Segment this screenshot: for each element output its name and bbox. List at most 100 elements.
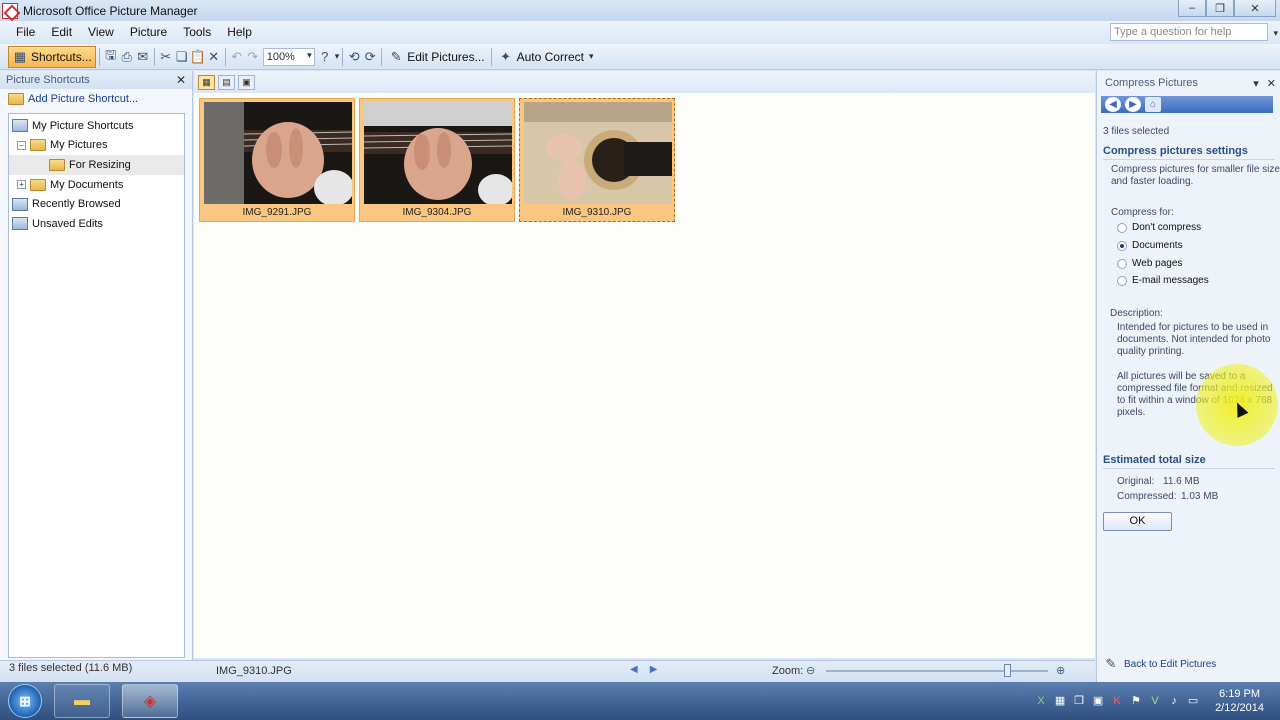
excel-tray-icon[interactable]: X	[1034, 694, 1048, 708]
radio-button[interactable]	[1117, 222, 1127, 233]
single-picture-view-icon[interactable]: ▣	[238, 74, 255, 90]
window-tray-icon[interactable]: ❐	[1072, 694, 1086, 708]
toolbar-options-icon[interactable]: ▾	[589, 51, 594, 62]
zoom-slider-handle[interactable]	[1004, 664, 1011, 677]
toolbar-divider	[342, 47, 344, 66]
picture-navigation: ◀ ▶	[630, 664, 657, 675]
ok-button[interactable]: OK	[1103, 512, 1172, 531]
back-to-edit-pictures-link[interactable]: ✎ Back to Edit Pictures	[1103, 656, 1217, 672]
copy-icon[interactable]: ❏	[174, 49, 190, 65]
task-pane-menu-icon[interactable]: ▾	[1253, 77, 1259, 90]
shortcuts-root-icon	[12, 119, 28, 133]
radio-button-selected[interactable]	[1117, 240, 1127, 251]
print-icon[interactable]: ⎙	[119, 49, 135, 65]
tree-item-recently-browsed[interactable]: Recently Browsed	[9, 194, 184, 214]
help-dropdown-icon[interactable]: ▾	[1273, 28, 1278, 39]
toolbar-options-icon[interactable]: ▾	[335, 51, 340, 62]
next-picture-icon[interactable]: ▶	[650, 664, 658, 675]
option-documents[interactable]: Documents	[1117, 240, 1183, 251]
picture-manager-taskbar-button[interactable]: ◈	[122, 684, 178, 718]
task-pane-header: Compress Pictures ▾ ✕	[1097, 71, 1280, 95]
send-icon[interactable]: ✉	[135, 49, 151, 65]
tree-item-my-pictures[interactable]: − My Pictures	[9, 136, 184, 156]
thumbnail-item[interactable]: IMG_9304.JPG	[359, 98, 515, 222]
collapse-icon[interactable]: −	[17, 140, 26, 150]
zoom-out-icon[interactable]: ⊖	[806, 664, 820, 678]
task-pane-close-icon[interactable]: ✕	[1267, 77, 1276, 90]
save-icon[interactable]: 🖫	[103, 47, 119, 65]
zoom-select[interactable]: 100% ▾	[262, 47, 315, 66]
menu-picture[interactable]: Picture	[122, 23, 175, 41]
auto-correct-button[interactable]: ✦ Auto Correct	[495, 47, 587, 67]
folder-icon: ▬	[74, 692, 90, 709]
option-email-messages[interactable]: E-mail messages	[1117, 275, 1209, 286]
thumbnail-item[interactable]: IMG_9310.JPG	[519, 98, 675, 222]
filmstrip-view-icon[interactable]: ▤	[218, 74, 235, 90]
view-mode-bar: ▦ ▤ ▣	[194, 71, 1095, 93]
close-window-button[interactable]: ✕	[1234, 0, 1276, 17]
picture-manager-app-icon	[2, 2, 18, 19]
volume-tray-icon[interactable]: ♪	[1167, 694, 1181, 708]
flag-tray-icon[interactable]: ⚑	[1129, 694, 1143, 708]
network-tray-icon[interactable]: ▦	[1053, 694, 1067, 708]
add-picture-shortcut-link[interactable]: Add Picture Shortcut...	[0, 89, 192, 109]
zoom-slider-track[interactable]	[826, 670, 1048, 672]
radio-button[interactable]	[1117, 275, 1127, 286]
thumbnail-area: IMG_9291.JPG IMG_9304.JPG IMG_9310.JPG	[194, 93, 1095, 658]
shortcuts-button[interactable]: ▦ Shortcuts...	[8, 45, 96, 68]
option-dont-compress[interactable]: Don't compress	[1117, 222, 1201, 233]
home-icon[interactable]: ⌂	[1145, 97, 1161, 112]
task-pane-nav-bar: ◀ ▶ ⌂	[1101, 96, 1273, 113]
tree-item-unsaved-edits[interactable]: Unsaved Edits	[9, 214, 184, 234]
previous-picture-icon[interactable]: ◀	[630, 664, 638, 675]
radio-button[interactable]	[1117, 258, 1127, 269]
description-resize-text: All pictures will be saved to a compress…	[1117, 371, 1273, 418]
thumbnail-item[interactable]: IMG_9291.JPG	[199, 98, 355, 222]
compress-for-label: Compress for:	[1111, 207, 1174, 218]
redo-icon[interactable]: ↷	[245, 49, 261, 65]
undo-icon[interactable]: ↶	[229, 49, 245, 65]
thumbnail-view-icon[interactable]: ▦	[198, 74, 215, 90]
close-pane-icon[interactable]: ✕	[176, 73, 186, 87]
compress-intro-text: Compress pictures for smaller file size …	[1111, 164, 1280, 187]
option-web-pages[interactable]: Web pages	[1117, 258, 1182, 269]
restore-button[interactable]: ❐	[1206, 0, 1234, 17]
delete-icon[interactable]: ✕	[206, 49, 222, 65]
monitor-tray-icon[interactable]: ▭	[1186, 694, 1200, 708]
section-divider	[1103, 159, 1275, 160]
help-icon[interactable]: ?	[317, 49, 333, 65]
device-tray-icon[interactable]: ▣	[1091, 694, 1105, 708]
minimize-button[interactable]: –	[1178, 0, 1206, 17]
back-icon[interactable]: ◀	[1105, 97, 1121, 112]
forward-icon[interactable]: ▶	[1125, 97, 1141, 112]
rotate-left-icon[interactable]: ⟲	[346, 49, 362, 65]
checkmark-tray-icon[interactable]: V	[1148, 694, 1162, 708]
paste-icon[interactable]: 📋	[190, 49, 206, 65]
menu-file[interactable]: File	[8, 23, 43, 41]
taskbar-clock[interactable]: 6:19 PM 2/12/2014	[1215, 687, 1264, 715]
tree-item-for-resizing[interactable]: For Resizing	[9, 155, 184, 175]
antivirus-tray-icon[interactable]: K	[1110, 694, 1124, 708]
edit-pictures-button[interactable]: ✎ Edit Pictures...	[385, 47, 487, 67]
edit-pictures-label: Edit Pictures...	[407, 49, 485, 64]
tree-item-my-picture-shortcuts[interactable]: My Picture Shortcuts	[9, 116, 184, 136]
tree-item-my-documents[interactable]: + My Documents	[9, 175, 184, 195]
original-size-value: 11.6 MB	[1163, 476, 1200, 487]
menu-help[interactable]: Help	[219, 23, 260, 41]
guitar-photo-2	[364, 102, 512, 204]
picture-shortcuts-pane: Picture Shortcuts ✕ Add Picture Shortcut…	[0, 71, 193, 660]
section-divider	[1103, 468, 1275, 469]
shortcuts-tree: My Picture Shortcuts − My Pictures For R…	[8, 113, 185, 658]
menu-edit[interactable]: Edit	[43, 23, 80, 41]
expand-icon[interactable]: +	[17, 180, 26, 190]
help-search-input[interactable]: Type a question for help	[1110, 23, 1268, 41]
start-button-icon[interactable]: ⊞	[8, 684, 42, 718]
menu-view[interactable]: View	[80, 23, 122, 41]
shortcuts-label: Shortcuts...	[31, 49, 92, 64]
cut-icon[interactable]: ✂	[158, 49, 174, 65]
menu-tools[interactable]: Tools	[175, 23, 219, 41]
status-bar: 3 files selected (11.6 MB) IMG_9310.JPG …	[0, 660, 1095, 682]
zoom-in-icon[interactable]: ⊕	[1056, 664, 1070, 678]
rotate-right-icon[interactable]: ⟳	[362, 49, 378, 65]
explorer-taskbar-button[interactable]: ▬	[54, 684, 110, 718]
